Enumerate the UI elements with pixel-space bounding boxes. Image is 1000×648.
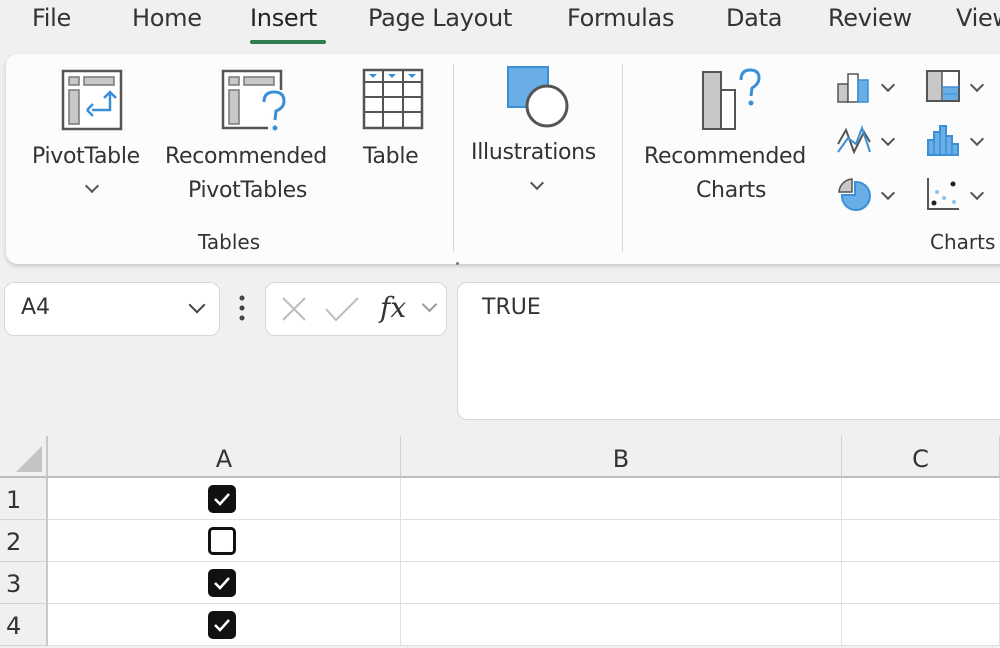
recommended-charts-icon <box>702 68 761 130</box>
checkbox-a3[interactable] <box>208 569 236 597</box>
column-header-a[interactable]: A <box>48 436 401 478</box>
enter-check-icon[interactable] <box>324 295 360 323</box>
recommended-charts-label-line2: Charts <box>696 178 767 203</box>
line-chart-icon <box>837 125 871 155</box>
checkbox-a2[interactable] <box>208 527 236 555</box>
cell-b1[interactable] <box>401 478 842 520</box>
row-header-4[interactable]: 4 <box>0 604 48 646</box>
cell-a4[interactable] <box>48 604 401 646</box>
tab-page-layout[interactable]: Page Layout <box>368 4 512 32</box>
recommended-pivottables-label-line2: PivotTables <box>188 178 308 203</box>
more-options-icon[interactable] <box>236 294 248 322</box>
tables-group-label: Tables <box>198 230 261 254</box>
illustrations-label: Illustrations <box>471 140 596 165</box>
cell-c3[interactable] <box>842 562 1000 604</box>
checkbox-a4[interactable] <box>208 611 236 639</box>
tab-file[interactable]: File <box>32 4 71 32</box>
checkmark-icon <box>214 493 230 506</box>
cell-c2[interactable] <box>842 520 1000 562</box>
cell-b3[interactable] <box>401 562 842 604</box>
checkmark-icon <box>214 577 230 590</box>
row-header-1[interactable]: 1 <box>0 478 48 520</box>
active-tab-indicator <box>250 40 326 44</box>
recommended-pivottables-label-line1: Recommended <box>165 144 327 169</box>
pivottable-label: PivotTable <box>32 144 140 169</box>
tab-review[interactable]: Review <box>828 4 912 32</box>
cell-c4[interactable] <box>842 604 1000 646</box>
statistic-chart-icon <box>927 125 959 156</box>
column-chart-icon <box>837 73 869 103</box>
hierarchy-chart-icon <box>926 70 960 102</box>
tab-data[interactable]: Data <box>726 4 782 32</box>
recommended-charts-label-line1: Recommended <box>644 144 806 169</box>
table-label: Table <box>363 144 419 169</box>
checkmark-icon <box>214 619 230 632</box>
illustrations-icon <box>507 66 569 128</box>
formula-value: TRUE <box>482 295 541 320</box>
ribbon-separator <box>622 64 623 252</box>
tab-home[interactable]: Home <box>132 4 202 32</box>
chevron-down-icon <box>188 296 206 314</box>
scatter-chart-icon <box>927 178 959 210</box>
cell-a1[interactable] <box>48 478 401 520</box>
insert-function-button[interactable]: fx <box>380 291 406 324</box>
tab-formulas[interactable]: Formulas <box>567 4 674 32</box>
ribbon-separator <box>453 64 454 252</box>
cell-b2[interactable] <box>401 520 842 562</box>
charts-group-label: Charts <box>930 230 996 254</box>
column-header-b[interactable]: B <box>401 436 842 478</box>
pie-chart-icon <box>838 178 871 211</box>
formula-input[interactable]: TRUE <box>457 282 1000 420</box>
spreadsheet-grid: A B C 1 2 3 4 <box>0 436 1000 646</box>
pivottable-icon <box>61 69 123 131</box>
name-box[interactable]: A4 <box>4 282 220 336</box>
tab-insert[interactable]: Insert <box>250 4 317 32</box>
select-all-triangle-icon <box>16 446 42 472</box>
row-header-2[interactable]: 2 <box>0 520 48 562</box>
checkbox-a1[interactable] <box>208 485 236 513</box>
cell-a3[interactable] <box>48 562 401 604</box>
recommended-pivottables-icon <box>221 69 286 131</box>
tab-view[interactable]: View <box>956 4 1000 32</box>
select-all-button[interactable] <box>0 436 48 478</box>
column-header-c[interactable]: C <box>842 436 1000 478</box>
chevron-down-icon[interactable] <box>421 296 438 313</box>
cell-b4[interactable] <box>401 604 842 646</box>
table-icon <box>362 68 424 130</box>
name-box-value: A4 <box>21 295 51 320</box>
cell-c1[interactable] <box>842 478 1000 520</box>
ribbon-grip <box>456 262 459 265</box>
cancel-icon[interactable] <box>280 295 308 323</box>
cell-a2[interactable] <box>48 520 401 562</box>
formula-controls: fx <box>265 282 447 336</box>
row-header-3[interactable]: 3 <box>0 562 48 604</box>
